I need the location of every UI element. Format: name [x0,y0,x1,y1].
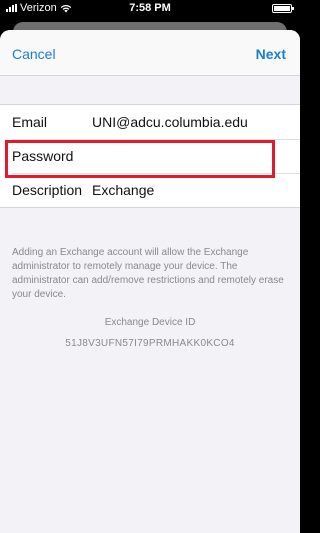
device-id-title: Exchange Device ID [104,317,196,328]
description-label: Description [12,182,83,198]
device-id-value: 51J8V3UFN57I79PRMHAKK0KCO4 [65,338,235,349]
email-row[interactable]: Email UNI@adcu.columbia.edu [0,105,300,139]
password-highlight-box [5,140,275,178]
email-label: Email [12,114,48,130]
description-field[interactable]: Exchange [92,182,154,198]
status-time: 7:58 PM [129,2,171,14]
next-button[interactable]: Next [256,46,286,62]
account-sheet: Cancel Next Email UNI@adcu.columbia.edu … [0,30,300,533]
exchange-info-text: Adding an Exchange account will allow th… [12,247,284,300]
cancel-button[interactable]: Cancel [12,46,56,62]
description-row[interactable]: Description Exchange [0,173,300,207]
status-bar: Verizon 7:58 PM [0,0,300,18]
nav-bar: Cancel Next [0,30,300,76]
email-field[interactable]: UNI@adcu.columbia.edu [92,114,248,130]
battery-icon [272,4,294,13]
